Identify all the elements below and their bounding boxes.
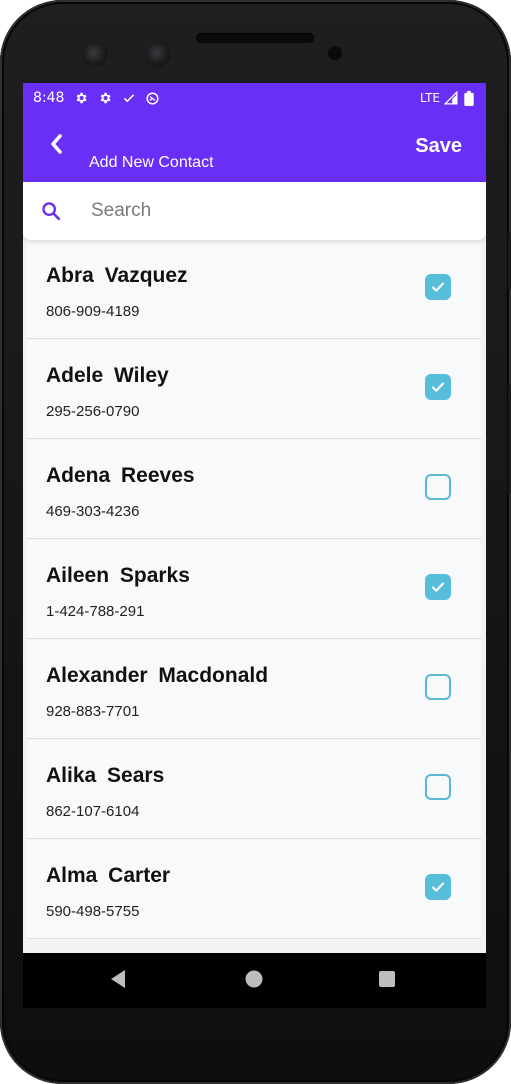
checkmark-icon: [431, 281, 445, 293]
proximity-sensor: [328, 46, 342, 60]
contact-phone: 862-107-6104: [46, 803, 140, 820]
sync-icon: [145, 91, 160, 106]
contact-list-item[interactable]: Alma Carter 590-498-5755: [27, 840, 481, 939]
checkbox-unchecked[interactable]: [425, 474, 451, 500]
contact-phone: 928-883-7701: [46, 703, 140, 720]
gear-icon: [73, 91, 88, 106]
checkbox-checked[interactable]: [425, 574, 451, 600]
earpiece-speaker: [196, 33, 314, 43]
app-screen: 8:48 LTE Add New Contact Save Search Abr…: [23, 83, 486, 953]
checkbox-checked[interactable]: [425, 274, 451, 300]
checkbox-checked[interactable]: [425, 874, 451, 900]
checkmark-icon: [431, 881, 445, 893]
contact-list: Abra Vazquez 806-909-4189 Adele Wiley 29…: [23, 240, 486, 940]
chevron-left-icon: [48, 133, 64, 160]
page-title: Add New Contact: [89, 154, 214, 171]
checkmark-icon: [431, 381, 445, 393]
navigation-bar: [23, 953, 486, 1008]
app-bar: Add New Contact Save: [23, 113, 486, 182]
status-bar: 8:48 LTE: [23, 83, 486, 113]
status-right: LTE: [420, 90, 476, 106]
contact-phone: 806-909-4189: [46, 303, 140, 320]
contact-list-item[interactable]: Adena Reeves 469-303-4236: [27, 440, 481, 539]
battery-icon: [461, 90, 476, 106]
contact-name: Aileen Sparks: [46, 564, 190, 587]
recents-square-icon: [378, 970, 396, 993]
front-camera: [82, 41, 108, 67]
checkmark-icon: [431, 581, 445, 593]
check-icon: [121, 91, 136, 106]
contact-name: Alika Sears: [46, 764, 165, 787]
contact-list-item[interactable]: Aileen Sparks 1-424-788-291: [27, 540, 481, 639]
contact-list-item[interactable]: Adele Wiley 295-256-0790: [27, 340, 481, 439]
checkbox-unchecked[interactable]: [425, 774, 451, 800]
gear-icon: [97, 91, 112, 106]
contact-list-item[interactable]: Alexander Macdonald 928-883-7701: [27, 640, 481, 739]
contact-name: Abra Vazquez: [46, 264, 188, 287]
status-left: 8:48: [33, 90, 160, 106]
contact-name: Adele Wiley: [46, 364, 169, 387]
status-time: 8:48: [33, 90, 65, 106]
signal-icon: [443, 91, 458, 106]
contact-list-item[interactable]: Abra Vazquez 806-909-4189: [27, 240, 481, 339]
contact-phone: 590-498-5755: [46, 903, 140, 920]
search-bar: [23, 182, 486, 240]
search-icon[interactable]: [39, 199, 63, 223]
contact-name: Adena Reeves: [46, 464, 195, 487]
search-input[interactable]: [89, 199, 433, 223]
nav-recents-button[interactable]: [376, 970, 398, 992]
contact-phone: 469-303-4236: [46, 503, 140, 520]
checkbox-checked[interactable]: [425, 374, 451, 400]
contact-name: Alma Carter: [46, 864, 171, 887]
back-triangle-icon: [109, 969, 127, 994]
home-circle-icon: [244, 969, 264, 994]
contact-name: Alexander Macdonald: [46, 664, 269, 687]
network-type: LTE: [420, 91, 440, 105]
contact-phone: 1-424-788-291: [46, 603, 145, 620]
nav-home-button[interactable]: [243, 970, 265, 992]
back-button[interactable]: [41, 131, 71, 161]
front-camera-secondary: [145, 41, 171, 67]
nav-back-button[interactable]: [107, 969, 129, 994]
contact-list-item[interactable]: Alika Sears 862-107-6104: [27, 740, 481, 839]
contact-phone: 295-256-0790: [46, 403, 140, 420]
save-button[interactable]: Save: [415, 135, 462, 158]
checkbox-unchecked[interactable]: [425, 674, 451, 700]
